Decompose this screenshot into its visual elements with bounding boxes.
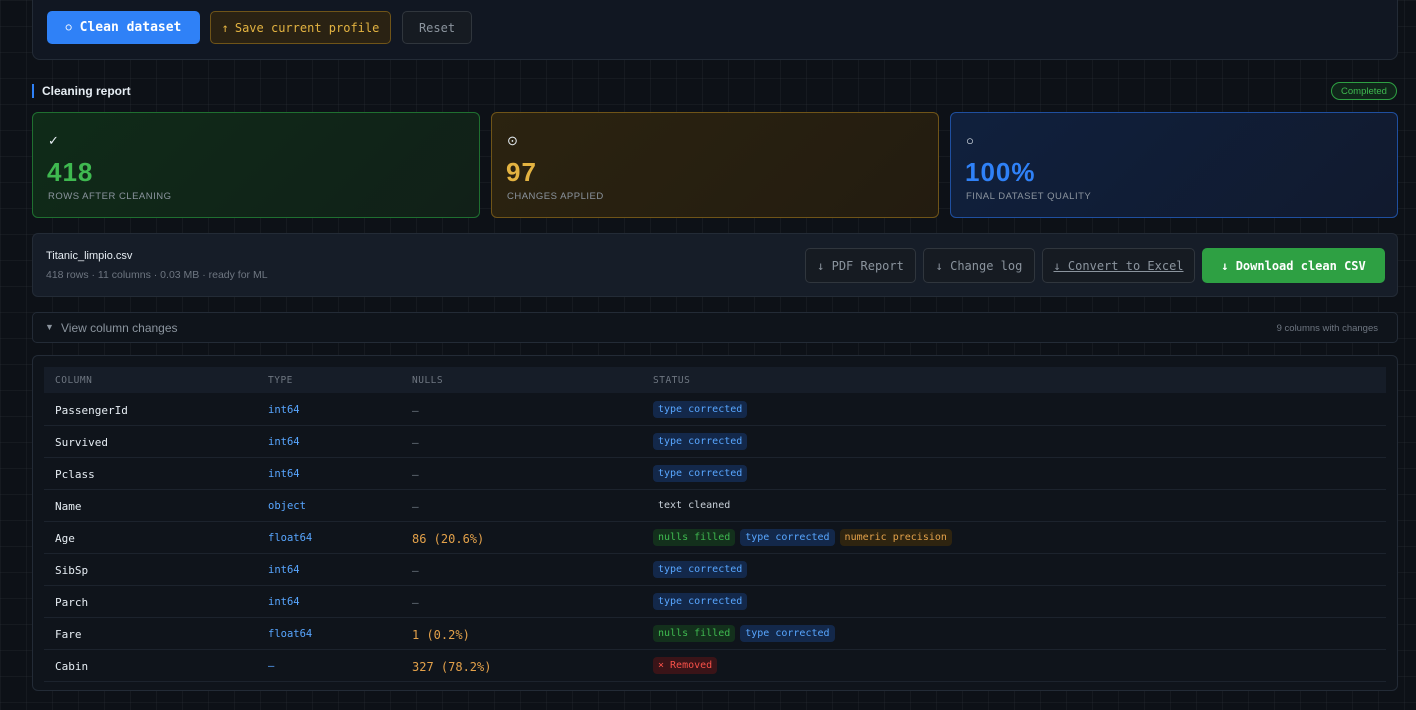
cell-type: float64 bbox=[268, 532, 313, 544]
status-tag: text cleaned bbox=[658, 500, 731, 511]
target-icon: ⊙ bbox=[507, 133, 518, 148]
column-changes-label: View column changes bbox=[61, 321, 178, 335]
cell-nulls: — bbox=[412, 564, 419, 577]
table-row: SibSp int64 — type corrected bbox=[44, 554, 1386, 586]
status-tag: numeric precision bbox=[839, 529, 952, 546]
column-changes-toggle[interactable]: ▼ View column changes 9 columns with cha… bbox=[32, 312, 1398, 343]
circle-icon: ○ bbox=[966, 133, 974, 148]
stat-value: 100% bbox=[965, 157, 1036, 187]
status-tag: × Removed bbox=[653, 657, 718, 674]
status-tag: nulls filled bbox=[653, 529, 736, 546]
cell-type: int64 bbox=[268, 564, 300, 576]
status-tag: type corrected bbox=[653, 465, 748, 482]
triangle-down-icon: ▼ bbox=[45, 322, 54, 332]
cell-status: type corrected bbox=[653, 465, 748, 482]
cell-type: object bbox=[268, 500, 306, 512]
cell-type: int64 bbox=[268, 468, 300, 480]
table-row: Name object — text cleaned bbox=[44, 490, 1386, 522]
status-badge: Completed bbox=[1331, 82, 1397, 100]
cell-status: type corrected bbox=[653, 433, 748, 450]
cell-column: Name bbox=[55, 500, 82, 513]
save-profile-label: Save current profile bbox=[234, 20, 380, 35]
cell-column: Parch bbox=[55, 596, 89, 609]
status-tag: type corrected bbox=[653, 401, 748, 418]
cell-status: type corrected bbox=[653, 401, 748, 418]
stat-label: ROWS AFTER CLEANING bbox=[48, 191, 172, 202]
save-profile-button[interactable]: ↑ Save current profile bbox=[210, 11, 391, 44]
clean-dataset-button[interactable]: ○ Clean dataset bbox=[47, 11, 200, 44]
clean-dataset-label: Clean dataset bbox=[79, 20, 182, 35]
cell-nulls: 327 (78.2%) bbox=[412, 660, 492, 674]
cell-status: nulls filled type corrected numeric precis… bbox=[653, 529, 952, 546]
cell-type: int64 bbox=[268, 404, 300, 416]
file-name: Titanic_limpio.csv bbox=[46, 250, 133, 262]
cell-status: nulls filled type corrected bbox=[653, 625, 835, 642]
column-changes-count: 9 columns with changes bbox=[1276, 323, 1378, 334]
cell-column: PassengerId bbox=[55, 404, 128, 417]
arrow-up-icon: ↑ bbox=[221, 20, 229, 35]
cell-nulls: — bbox=[412, 500, 419, 513]
header-column: COLUMN bbox=[55, 375, 93, 386]
table-row: Parch int64 — type corrected bbox=[44, 586, 1386, 618]
action-panel: ○ Clean dataset ↑ Save current profile R… bbox=[32, 0, 1398, 60]
circle-icon: ○ bbox=[65, 22, 72, 33]
cell-type: int64 bbox=[268, 436, 300, 448]
stat-label: CHANGES APPLIED bbox=[507, 191, 604, 202]
status-tag: type corrected bbox=[653, 433, 748, 450]
cell-status: text cleaned bbox=[653, 497, 735, 514]
cell-column: SibSp bbox=[55, 564, 89, 577]
cell-column: Age bbox=[55, 532, 75, 545]
cell-nulls: — bbox=[412, 468, 419, 481]
file-meta: 418 rows · 11 columns · 0.03 MB · ready … bbox=[46, 269, 268, 281]
check-icon: ✓ bbox=[48, 133, 59, 148]
table-row: Cabin — 327 (78.2%) × Removed bbox=[44, 650, 1386, 682]
cell-nulls: — bbox=[412, 404, 419, 417]
cell-type: int64 bbox=[268, 596, 300, 608]
cell-status: type corrected bbox=[653, 593, 748, 610]
cell-column: Cabin bbox=[55, 660, 89, 673]
reset-button[interactable]: Reset bbox=[402, 11, 472, 44]
status-tag: nulls filled bbox=[653, 625, 736, 642]
cell-status: type corrected bbox=[653, 561, 748, 578]
cell-nulls: 86 (20.6%) bbox=[412, 532, 485, 546]
file-summary-bar: Titanic_limpio.csv 418 rows · 11 columns… bbox=[32, 233, 1398, 297]
table-row: Survived int64 — type corrected bbox=[44, 426, 1386, 458]
cell-type: — bbox=[268, 660, 275, 672]
convert-excel-button[interactable]: ↓ Convert to Excel bbox=[1042, 248, 1195, 283]
stat-card-changes: ⊙ 97 CHANGES APPLIED bbox=[491, 112, 939, 218]
status-tag: type corrected bbox=[653, 561, 748, 578]
table-header: COLUMN TYPE NULLS STATUS bbox=[44, 367, 1386, 393]
table-row: Age float64 86 (20.6%) nulls filled type cor… bbox=[44, 522, 1386, 554]
status-tag: type corrected bbox=[740, 625, 835, 642]
column-changes-table: COLUMN TYPE NULLS STATUS PassengerId int6… bbox=[32, 355, 1398, 691]
header-status: STATUS bbox=[653, 375, 691, 386]
stat-card-rows: ✓ 418 ROWS AFTER CLEANING bbox=[32, 112, 480, 218]
status-tag: type corrected bbox=[653, 593, 748, 610]
table-row: Pclass int64 — type corrected bbox=[44, 458, 1386, 490]
cell-nulls: — bbox=[412, 596, 419, 609]
status-tag: type corrected bbox=[740, 529, 835, 546]
stat-card-quality: ○ 100% FINAL DATASET QUALITY bbox=[950, 112, 1398, 218]
table-row: PassengerId int64 — type corrected bbox=[44, 394, 1386, 426]
table-row: Fare float64 1 (0.2%) nulls filled type corr… bbox=[44, 618, 1386, 650]
report-title: Cleaning report bbox=[32, 84, 131, 98]
pdf-report-button[interactable]: ↓ PDF Report bbox=[805, 248, 916, 283]
header-nulls: NULLS bbox=[412, 375, 444, 386]
change-log-button[interactable]: ↓ Change log bbox=[923, 248, 1035, 283]
header-type: TYPE bbox=[268, 375, 293, 386]
stat-value: 418 bbox=[47, 157, 94, 187]
cell-column: Survived bbox=[55, 436, 108, 449]
download-csv-button[interactable]: ↓ Download clean CSV bbox=[1202, 248, 1385, 283]
stat-label: FINAL DATASET QUALITY bbox=[966, 191, 1092, 202]
cell-column: Pclass bbox=[55, 468, 95, 481]
cell-status: × Removed bbox=[653, 657, 718, 674]
cell-type: float64 bbox=[268, 628, 313, 640]
cell-column: Fare bbox=[55, 628, 82, 641]
stat-value: 97 bbox=[506, 157, 537, 187]
cell-nulls: 1 (0.2%) bbox=[412, 628, 470, 642]
cell-nulls: — bbox=[412, 436, 419, 449]
